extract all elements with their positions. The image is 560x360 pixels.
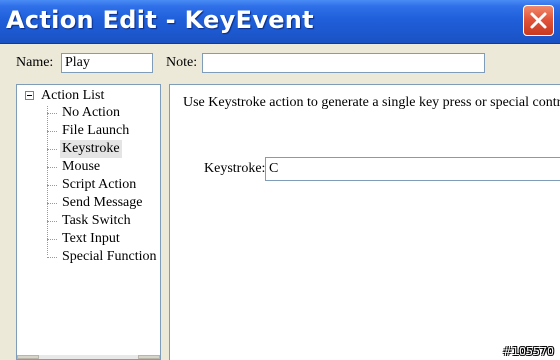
- tree-item-label: Keystroke: [60, 140, 122, 158]
- tree-item-label: Task Switch: [62, 213, 131, 228]
- keystroke-label: Keystroke:: [204, 161, 266, 176]
- tree-root-label: Action List: [41, 88, 105, 103]
- action-description: Use Keystroke action to generate a singl…: [183, 95, 560, 110]
- window-title: Action Edit - KeyEvent: [6, 6, 314, 34]
- tree-connector: [47, 106, 48, 255]
- tree-item-label: Text Input: [62, 231, 120, 246]
- tree-item-label: Mouse: [62, 159, 101, 174]
- note-label: Note:: [166, 55, 198, 70]
- tree-item-label: File Launch: [62, 123, 130, 138]
- name-field[interactable]: Play: [61, 53, 153, 73]
- collapse-icon[interactable]: [25, 91, 34, 100]
- name-label: Name:: [16, 55, 54, 70]
- close-icon: [530, 12, 547, 29]
- scroll-left-button[interactable]: [17, 355, 39, 359]
- tree-item-label: No Action: [62, 105, 120, 120]
- note-field[interactable]: [202, 53, 485, 73]
- keystroke-field[interactable]: C: [265, 157, 560, 181]
- action-settings-panel: Use Keystroke action to generate a singl…: [169, 84, 560, 360]
- close-button[interactable]: [523, 5, 554, 36]
- tree-horizontal-scrollbar[interactable]: [17, 355, 160, 359]
- scroll-right-button[interactable]: [138, 355, 160, 359]
- tree-item-label: Script Action: [62, 177, 137, 192]
- tree-item-label: Send Message: [62, 195, 143, 210]
- watermark: #105570: [502, 345, 554, 358]
- action-tree[interactable]: Action List No Action File Launch Keystr…: [16, 84, 161, 360]
- tree-item-label: Special Function: [62, 249, 157, 264]
- title-bar[interactable]: Action Edit - KeyEvent: [0, 0, 560, 44]
